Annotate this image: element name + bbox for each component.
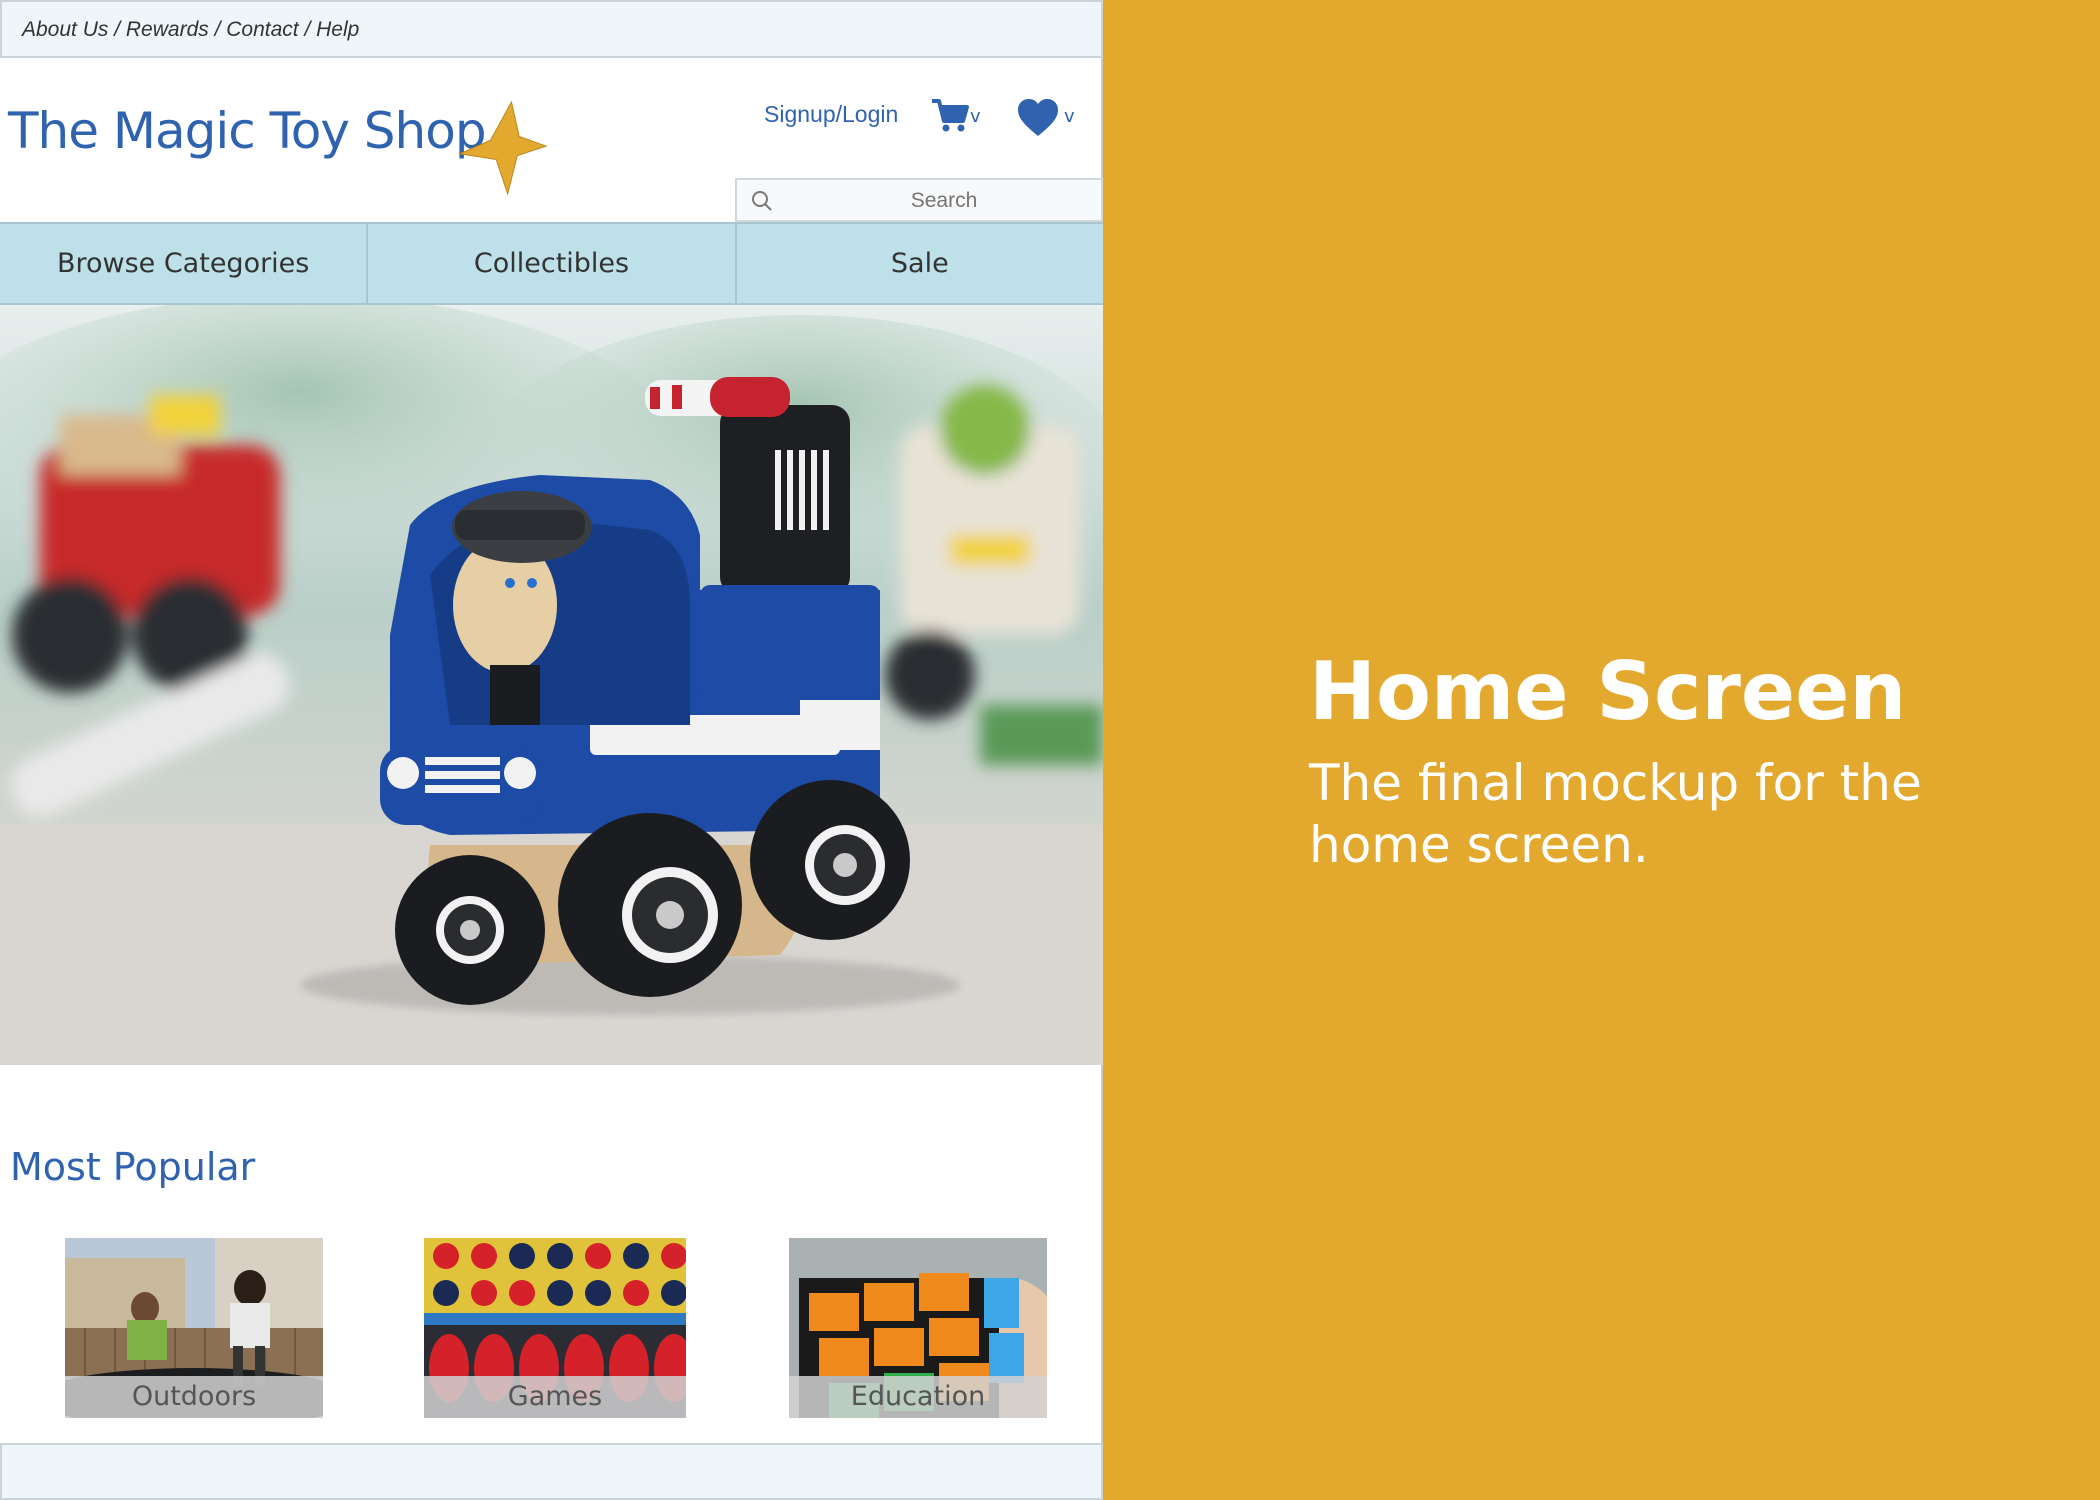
nav-browse-categories[interactable]: Browse Categories bbox=[0, 224, 369, 303]
search-box[interactable] bbox=[735, 178, 1103, 222]
cart-icon[interactable] bbox=[930, 95, 970, 135]
cart-dropdown-chevron[interactable]: v bbox=[970, 106, 981, 127]
panel-title: Home Screen bbox=[1309, 645, 1907, 738]
top-utility-bar: About Us / Rewards / Contact / Help bbox=[0, 0, 1103, 58]
search-icon bbox=[752, 191, 772, 211]
website-mockup: About Us / Rewards / Contact / Help The … bbox=[0, 0, 1103, 1500]
heart-icon[interactable] bbox=[1016, 98, 1060, 138]
footer-bar bbox=[0, 1443, 1103, 1500]
hero-image[interactable] bbox=[0, 305, 1103, 1065]
card-label-outdoors: Outdoors bbox=[65, 1376, 323, 1418]
site-logo[interactable]: The Magic Toy Shop bbox=[8, 102, 487, 160]
search-input[interactable] bbox=[797, 180, 1091, 222]
most-popular-title: Most Popular bbox=[10, 1145, 256, 1189]
star-icon bbox=[457, 100, 548, 196]
panel-subtitle: The final mockup for the home screen. bbox=[1309, 754, 1922, 874]
category-card-games[interactable]: Games bbox=[424, 1238, 686, 1418]
category-card-education[interactable]: Education bbox=[789, 1238, 1047, 1418]
nav-collectibles[interactable]: Collectibles bbox=[368, 224, 737, 303]
card-label-games: Games bbox=[424, 1376, 686, 1418]
utility-links[interactable]: About Us / Rewards / Contact / Help bbox=[22, 18, 359, 42]
signup-login-link[interactable]: Signup/Login bbox=[764, 101, 898, 128]
main-nav: Browse Categories Collectibles Sale bbox=[0, 222, 1103, 305]
nav-sale[interactable]: Sale bbox=[737, 224, 1103, 303]
category-card-outdoors[interactable]: Outdoors bbox=[65, 1238, 323, 1418]
wishlist-dropdown-chevron[interactable]: v bbox=[1064, 106, 1075, 127]
card-label-education: Education bbox=[789, 1376, 1047, 1418]
